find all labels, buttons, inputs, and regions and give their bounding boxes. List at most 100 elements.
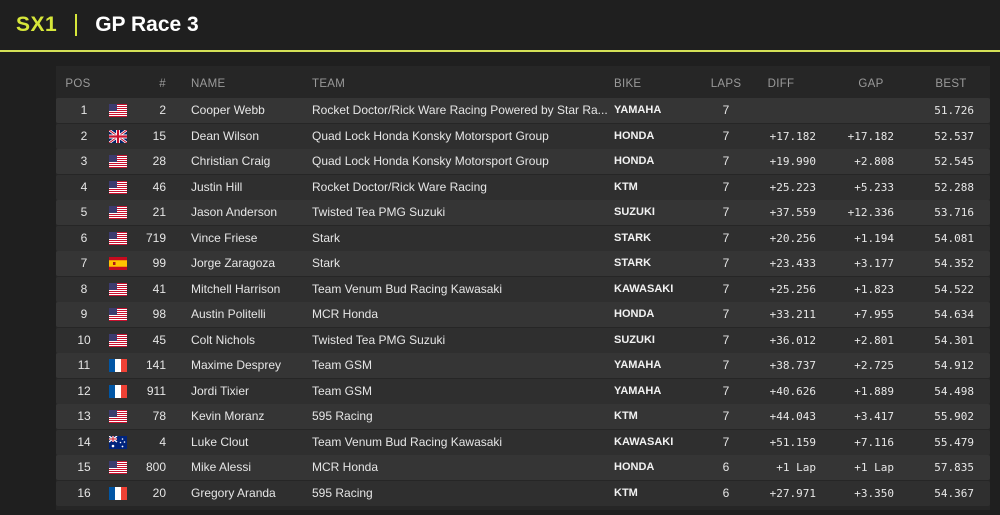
laps-cell: 7 [722, 103, 730, 117]
table-row[interactable]: 15 800 Mike Alessi MCR Honda HONDA 6 +1 Lap +1 … [56, 455, 990, 480]
bike-cell: SUZUKI [614, 333, 655, 346]
bike-cell: KAWASAKI [614, 282, 674, 295]
table-row[interactable]: 16 20 Gregory Aranda 595 Racing KTM 6 +27.971 +… [56, 480, 990, 506]
pos-cell: 14 [77, 434, 91, 449]
diff-cell: +40.626 [769, 384, 816, 398]
col-gap-header: GAP [858, 78, 884, 90]
bike-cell: YAMAHA [614, 384, 662, 397]
diff-cell: +44.043 [769, 410, 816, 423]
table-row[interactable]: 10 45 Colt Nichols Twisted Tea PMG Suzuki SU… [56, 327, 990, 353]
flag-cell [106, 200, 130, 225]
us-flag-icon [109, 410, 127, 423]
laps-cell: 7 [722, 154, 730, 168]
team-cell: Team Venum Bud Racing Kawasaki [312, 281, 503, 296]
table-row[interactable]: 11 141 Maxime Desprey Team GSM YAMAHA 7 +38.73… [56, 353, 990, 378]
best-cell: 54.367 [934, 486, 974, 500]
name-cell: Jorge Zaragoza [191, 256, 276, 270]
flag-cell [106, 328, 130, 353]
flag-cell [106, 353, 130, 378]
page-header: SX1 GP Race 3 [0, 0, 1000, 52]
table-row[interactable]: 12 911 Jordi Tixier Team GSM YAMAHA 7 +40.626 +… [56, 378, 990, 404]
best-cell: 54.352 [934, 257, 974, 270]
table-header: POS # NAME TEAM BIKE LAPS DIFF GAP BEST [56, 72, 990, 97]
bike-cell: SUZUKI [614, 206, 655, 218]
us-flag-icon [109, 461, 127, 474]
name-cell: Gregory Aranda [191, 485, 276, 500]
laps-cell: 7 [722, 383, 730, 398]
pos-cell: 1 [80, 103, 88, 117]
gap-cell: +7.116 [854, 435, 894, 449]
gap-cell: +2.725 [854, 359, 894, 372]
gap-cell: +3.350 [854, 486, 894, 500]
series-logo: SX1 [16, 13, 58, 36]
fr-flag-icon [109, 384, 127, 398]
us-flag-icon [109, 231, 127, 245]
flag-cell [106, 302, 130, 327]
table-row[interactable]: 13 78 Kevin Moranz 595 Racing KTM 7 +44.043 +3.… [56, 404, 990, 429]
pos-cell: 15 [77, 460, 91, 474]
diff-cell: +27.971 [769, 486, 816, 500]
best-cell: 51.726 [934, 104, 974, 117]
table-row[interactable]: 7 99 Jorge Zaragoza Stark STARK 7 +23.433 +3.17… [56, 251, 990, 276]
name-cell: Luke Clout [191, 434, 249, 449]
num-cell: 21 [152, 205, 166, 219]
team-cell: MCR Honda [312, 460, 379, 474]
flag-cell [106, 455, 130, 480]
num-cell: 41 [152, 281, 166, 296]
num-cell: 20 [152, 485, 166, 500]
laps-cell: 6 [722, 485, 730, 500]
team-cell: Team GSM [312, 383, 373, 398]
team-cell: Rocket Doctor/Rick Ware Racing [312, 179, 487, 194]
gap-cell: +5.233 [854, 180, 894, 194]
table-row[interactable]: 4 46 Justin Hill Rocket Doctor/Rick Ware Ra… [56, 174, 990, 200]
team-cell: Team GSM [312, 358, 373, 372]
laps-cell: 7 [722, 358, 730, 372]
us-flag-icon [109, 282, 127, 296]
flag-cell [106, 430, 130, 455]
num-cell: 28 [152, 154, 166, 168]
num-cell: 15 [152, 128, 166, 143]
table-row[interactable]: 14 4 Luke Clout Team Venum Bud Racing Kawas… [56, 429, 990, 455]
gap-cell: +2.808 [854, 155, 894, 168]
team-cell: MCR Honda [312, 307, 379, 321]
name-cell: Austin Politelli [191, 307, 266, 321]
bike-cell: HONDA [614, 308, 655, 320]
flag-cell [106, 481, 130, 506]
name-cell: Mitchell Harrison [191, 281, 281, 296]
name-cell: Jordi Tixier [191, 383, 250, 398]
team-cell: Team Venum Bud Racing Kawasaki [312, 434, 503, 449]
table-row[interactable]: 6 719 Vince Friese Stark STARK 7 +20.256 +1.194… [56, 225, 990, 251]
pos-cell: 13 [77, 409, 91, 423]
name-cell: Mike Alessi [191, 460, 252, 474]
col-pos-header: POS [65, 78, 91, 90]
pos-cell: 12 [77, 383, 91, 398]
es-flag-icon [109, 257, 127, 270]
best-cell: 57.835 [934, 461, 974, 474]
num-cell: 98 [152, 307, 166, 321]
table-row[interactable]: 8 41 Mitchell Harrison Team Venum Bud Racin… [56, 276, 990, 302]
flag-cell [106, 98, 130, 123]
table-row[interactable]: 3 28 Christian Craig Quad Lock Honda Konsky… [56, 149, 990, 174]
gap-cell: +3.417 [854, 410, 894, 423]
gap-cell: +2.801 [854, 333, 894, 347]
diff-cell: +23.433 [769, 257, 816, 270]
laps-cell: 7 [722, 128, 730, 143]
pos-cell: 11 [77, 358, 91, 372]
flag-cell [106, 124, 130, 149]
diff-cell: +25.223 [769, 180, 816, 194]
flag-cell [106, 379, 130, 404]
num-cell: 2 [159, 103, 166, 117]
table-row[interactable]: 2 15 Dean Wilson Quad Lock Honda Konsky Mot… [56, 123, 990, 149]
table-row[interactable]: 9 98 Austin Politelli MCR Honda HONDA 7 +33.21… [56, 302, 990, 327]
num-cell: 141 [145, 358, 166, 372]
best-cell: 54.912 [934, 359, 974, 372]
col-best-header: BEST [935, 78, 967, 90]
table-row[interactable]: 5 21 Jason Anderson Twisted Tea PMG Suzuki S… [56, 200, 990, 225]
fr-flag-icon [109, 486, 127, 500]
uk-flag-icon [109, 129, 127, 143]
table-row[interactable]: 1 2 Cooper Webb Rocket Doctor/Rick Ware Rac… [56, 98, 990, 123]
diff-cell: +33.211 [769, 308, 816, 321]
name-cell: Maxime Desprey [191, 358, 282, 372]
flag-cell [106, 404, 130, 429]
bike-cell: HONDA [614, 129, 655, 142]
